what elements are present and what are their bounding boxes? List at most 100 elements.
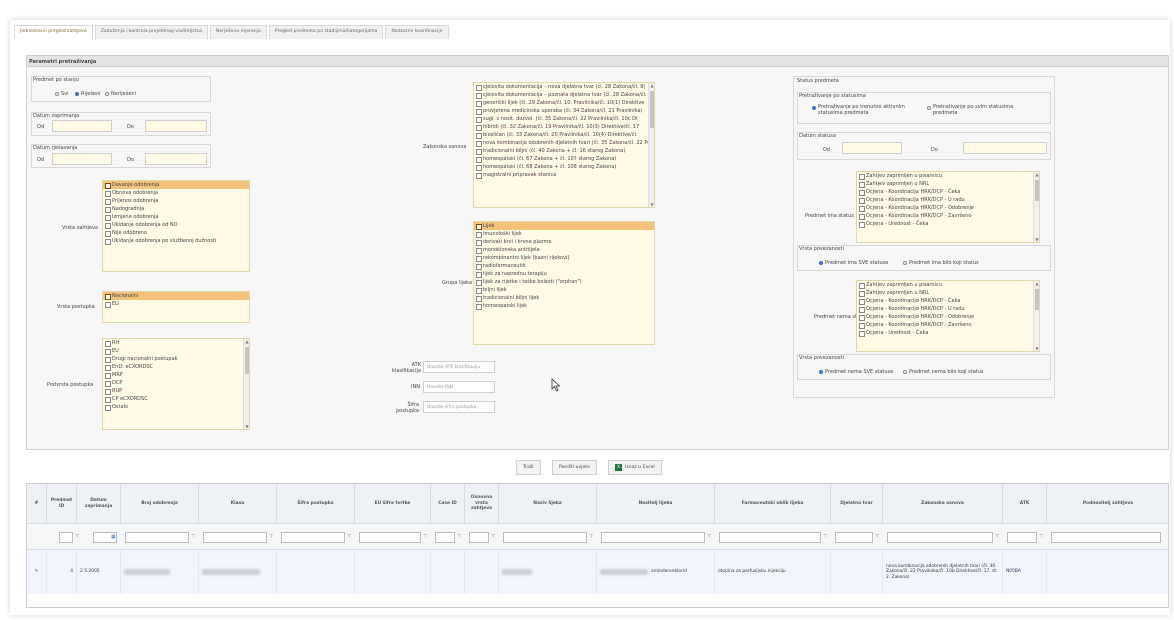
list-item[interactable]: radiofarmaceutik (474, 262, 654, 270)
vrsta-postupka-list[interactable]: Nacionalni EU (102, 291, 250, 323)
filter-input[interactable] (125, 532, 189, 543)
datum-zaprimanja-do-input[interactable] (145, 120, 207, 132)
list-item[interactable]: tradicionalni biljni (čl. 40 Zakona + čl… (474, 147, 654, 155)
filter-input[interactable] (469, 532, 489, 543)
radio-svi-statusi[interactable]: Pretraživanje po svim statusima predmeta (927, 104, 1017, 116)
column-header[interactable]: Šifra postupka (277, 484, 355, 523)
filter-icon[interactable]: ⊤ (707, 534, 711, 540)
filter-icon[interactable]: ⊤ (75, 534, 79, 540)
tab-jednostavni-pregled[interactable]: Jednostavni pregled zahtjeva (14, 25, 93, 39)
atk-input[interactable]: Unesite ATK klasifikaciju (423, 361, 495, 373)
list-item[interactable]: hibridi (čl. 32 Zakona/čl. 19 Pravilnika… (474, 123, 654, 131)
list-item[interactable]: CP eCXORDSC (103, 395, 249, 403)
filter-icon[interactable]: ⊤ (823, 534, 827, 540)
list-item[interactable]: MRP (103, 371, 249, 379)
list-item[interactable]: rekombinantni lijek (bazni rijekovi) (474, 254, 654, 262)
scrollbar[interactable]: ▲ ▼ (648, 83, 654, 207)
datum-zaprimanja-od-input[interactable] (52, 120, 112, 132)
filter-icon[interactable]: ⊤ (347, 534, 351, 540)
list-item[interactable]: homeopatski (čl. 67 Zakona + čl. 107 sta… (474, 155, 654, 163)
scrollbar[interactable]: ▲ ▼ (243, 339, 249, 429)
column-header[interactable]: Djelatna tvar (831, 484, 883, 523)
list-item[interactable]: EnD: eCXORDSC (103, 363, 249, 371)
calendar-icon[interactable]: ▦ (111, 534, 116, 540)
column-header[interactable]: Osnovna vrsta zahtjeva (465, 484, 499, 523)
list-item[interactable]: RH (103, 339, 249, 347)
scroll-up-icon[interactable]: ▲ (244, 339, 249, 344)
filter-input[interactable] (1007, 532, 1037, 543)
list-item[interactable]: Drugi nacionalni postupak (103, 355, 249, 363)
filter-icon[interactable]: ⊤ (1039, 534, 1043, 540)
list-item[interactable]: Zahtjev zaprimljen u pisarnicu (857, 172, 1039, 180)
list-item[interactable]: EU (103, 347, 249, 355)
column-header[interactable]: Case ID (431, 484, 465, 523)
list-item[interactable]: Prijenos odobrenja (103, 197, 249, 205)
datum-statusa-do-input[interactable] (963, 142, 1047, 154)
filter-input[interactable] (601, 532, 705, 543)
filter-input[interactable] (1051, 532, 1161, 543)
scroll-up-icon[interactable]: ▲ (1034, 172, 1039, 177)
list-item[interactable]: nova kombinacija odobrenih djelatnih tva… (474, 139, 654, 147)
scroll-down-icon[interactable]: ▼ (1034, 346, 1039, 351)
list-item[interactable]: biljni lijek (474, 286, 654, 294)
datum-rjesavanja-do-input[interactable] (145, 153, 207, 165)
list-item[interactable]: Lijek (474, 222, 654, 230)
column-header[interactable]: Datum zaprimanja (77, 484, 121, 523)
tab-pregled-predmeta[interactable]: Pregled predmeta po stadijima/kategorija… (268, 25, 384, 39)
filter-icon[interactable]: ⊤ (589, 534, 593, 540)
tab-nerjesena[interactable]: Nerješena mjerenja (209, 25, 267, 39)
list-item[interactable]: magistralni pripravak stanica (474, 171, 654, 179)
list-item[interactable]: cjelovita dokumentacija – nova djelatna … (474, 83, 654, 91)
filter-input[interactable] (435, 532, 455, 543)
radio-nema-sve[interactable]: Predmet nema SVE statuse (819, 369, 893, 375)
list-item[interactable]: homeopatski (čl. 68 Zakona + čl. 108 sta… (474, 163, 654, 171)
list-item[interactable]: Ocjena - Koordinacija HRK/DCP - Čeka (857, 188, 1039, 196)
list-item[interactable]: Nadogradnja (103, 205, 249, 213)
scroll-thumb[interactable] (650, 91, 654, 129)
filter-input[interactable] (887, 532, 993, 543)
list-item[interactable]: Ocjena - Urednost - Čeka (857, 220, 1039, 228)
list-item[interactable]: Ocjena - Koordinacija HRK/DCP - Završeno (857, 321, 1039, 329)
list-item[interactable]: lijek za rijetke i teške bolesti ("orpha… (474, 278, 654, 286)
filter-icon[interactable]: ⊤ (269, 534, 273, 540)
list-item[interactable]: Zahtjev zaprimljen u pisarnicu (857, 281, 1039, 289)
list-item[interactable]: RUP (103, 387, 249, 395)
scroll-down-icon[interactable]: ▼ (244, 424, 249, 429)
list-item[interactable]: biosličan (čl. 33 Zakona/čl. 20 Pravilni… (474, 131, 654, 139)
list-item[interactable]: imunološki lijek (474, 230, 654, 238)
vrsta-zahtjeva-list[interactable]: Davanje odobrenja Obnova odobrenja Prije… (102, 180, 250, 272)
list-item[interactable]: sugl. s nosit. dozvol. (čl. 35 Zakona/čl… (474, 115, 654, 123)
scroll-down-icon[interactable]: ▼ (649, 202, 654, 207)
radio-nema-bilo-koji[interactable]: Predmet nema bilo koji status (903, 369, 984, 375)
column-header[interactable]: Naziv lijeka (499, 484, 597, 523)
list-item[interactable]: Nacionalni (103, 292, 249, 300)
list-item[interactable]: Davanje odobrenja (103, 181, 249, 189)
scroll-thumb[interactable] (1035, 180, 1039, 201)
radio-trenutni-statusi[interactable]: Pretraživanje po trenutno aktivnim statu… (812, 104, 912, 116)
column-header[interactable]: Podnositelj zahtjeva (1047, 484, 1168, 523)
filter-icon[interactable]: ⊤ (995, 534, 999, 540)
filter-icon[interactable]: ⊤ (191, 534, 195, 540)
filter-icon[interactable]: ⊤ (423, 534, 427, 540)
column-header[interactable]: # (27, 484, 47, 523)
filter-icon[interactable]: ⊤ (457, 534, 461, 540)
scroll-thumb[interactable] (1035, 289, 1039, 310)
tab-nadzorne[interactable]: Nadzorne koordinacije (385, 25, 449, 39)
list-item[interactable]: Ocjena - Koordinacija HRK/DCP - Odobrenj… (857, 313, 1039, 321)
list-item[interactable]: Ocjena - Koordinacija HRK/DCP - U radu (857, 196, 1039, 204)
list-item[interactable]: Obnova odobrenja (103, 189, 249, 197)
list-item[interactable]: monoklonska antitijela (474, 246, 654, 254)
filter-input[interactable] (281, 532, 345, 543)
reset-button[interactable]: Poništi uvjete (552, 460, 597, 475)
table-row[interactable]: ✎ 4 2.5.2005 amiodaronklorid otopina za … (27, 550, 1168, 594)
list-item[interactable]: tradicionalni biljni lijek (474, 294, 654, 302)
list-item[interactable]: Ostalo (103, 403, 249, 411)
scroll-thumb[interactable] (245, 347, 249, 374)
list-item[interactable]: provjerena medicinska uporaba (čl. 34 Za… (474, 107, 654, 115)
radio-rijeseni[interactable]: Riješeni (75, 91, 101, 97)
list-item[interactable]: generički lijek (čl. 29 Zakona/čl. 10. P… (474, 99, 654, 107)
search-button[interactable]: Traži (516, 460, 541, 475)
list-item[interactable]: Ocjena - Koordinacija HRK/DCP - Završeno (857, 212, 1039, 220)
scroll-up-icon[interactable]: ▲ (1034, 281, 1039, 286)
scrollbar[interactable]: ▲ ▼ (1033, 281, 1039, 351)
